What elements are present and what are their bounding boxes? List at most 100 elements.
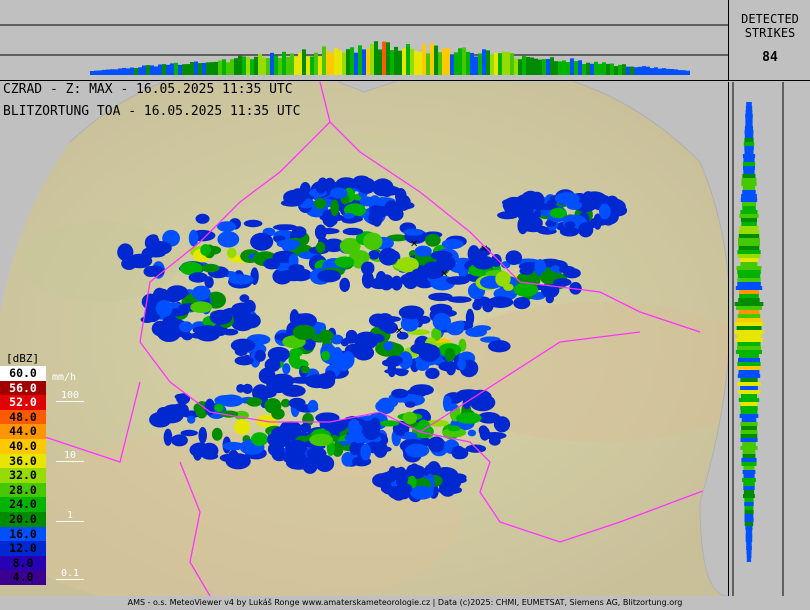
side-profile-bar — [742, 450, 756, 454]
side-profile-bar — [737, 342, 761, 346]
top-profile-bar — [458, 48, 462, 75]
rain-level-10: 10 — [56, 450, 84, 462]
top-profile-bar — [434, 45, 438, 75]
strikes-count: 84 — [762, 50, 778, 65]
echo-cell — [234, 346, 248, 357]
top-profile-bar — [250, 59, 254, 75]
side-profile-bar — [734, 330, 764, 334]
side-profile-bar — [743, 142, 755, 146]
echo-cell — [456, 412, 482, 424]
echo-cell — [405, 464, 426, 480]
echo-cell — [187, 415, 196, 424]
lightning-strike-marker: ✕ — [410, 239, 418, 250]
echo-cell — [368, 250, 380, 260]
side-profile-bar — [742, 154, 756, 158]
side-profile-bar — [739, 294, 759, 298]
top-profile-bar — [558, 61, 562, 75]
top-profile-bar — [154, 66, 158, 75]
side-profile-bar — [743, 474, 755, 478]
top-profile-bar — [106, 69, 110, 75]
side-profile-bar — [738, 234, 760, 238]
echo-cell — [469, 389, 492, 403]
echo-cell — [209, 309, 233, 325]
top-profile-bar — [98, 70, 102, 75]
echo-cell — [323, 370, 336, 384]
side-profile-bar — [740, 446, 758, 450]
echo-cell — [309, 433, 333, 447]
side-profile-bar — [739, 226, 759, 230]
side-profile-bar — [740, 378, 758, 382]
top-profile-bar — [246, 57, 250, 75]
top-profile-bar — [518, 59, 522, 75]
side-profile-bar — [744, 134, 754, 138]
top-profile-bar — [142, 65, 146, 75]
legend-level: 24.0 — [0, 497, 46, 512]
top-profile-bar — [270, 52, 274, 75]
side-profile-bar — [744, 126, 753, 130]
legend-level: 20.0 — [0, 511, 46, 527]
top-profile-bar — [666, 68, 670, 75]
side-profile-bar — [742, 206, 756, 210]
top-profile-bar — [386, 42, 390, 75]
echo-cell — [264, 358, 281, 372]
top-profile-bar — [122, 67, 126, 75]
top-profile-bar — [570, 58, 574, 75]
top-profile-bar — [642, 66, 646, 75]
top-profile-bar — [454, 52, 458, 75]
echo-cell — [438, 361, 459, 372]
echo-cell — [360, 443, 372, 461]
radar-map[interactable]: ✕ ✕ ✕ ✕ — [0, 65, 731, 597]
echo-cell — [467, 429, 477, 437]
top-profile-bar — [626, 66, 630, 75]
top-profile-bar — [186, 64, 190, 75]
side-profile-bar — [741, 182, 757, 186]
echo-cell — [564, 221, 576, 229]
top-profile-bar — [322, 46, 326, 75]
echo-cell — [402, 411, 417, 425]
side-profile-bar — [739, 214, 759, 218]
echo-cell — [349, 441, 360, 456]
echo-cell — [243, 219, 263, 228]
strikes-heading-line2: STRIKES — [744, 26, 796, 40]
echo-cell — [117, 243, 134, 261]
echo-cell — [317, 269, 341, 283]
echo-cell — [188, 272, 208, 283]
echo-cell — [219, 453, 241, 463]
top-profile-bar — [686, 70, 690, 75]
top-profile-bar — [238, 55, 242, 75]
side-profile-bar — [746, 550, 752, 554]
top-profile-bar — [514, 58, 518, 75]
top-profile-bar — [362, 49, 366, 75]
top-profile-bar — [402, 48, 406, 75]
side-profile-bar — [743, 482, 755, 486]
legend-level: 60.0 — [0, 366, 46, 381]
side-profile-bar — [740, 210, 758, 214]
echo-cell — [285, 445, 304, 461]
side-profile-bar — [744, 130, 754, 134]
top-profile-bar — [390, 50, 394, 75]
echo-cell — [427, 436, 446, 453]
echo-cell — [393, 467, 405, 477]
side-profile-bar — [740, 406, 758, 410]
echo-cell — [403, 228, 424, 236]
legend-level: 56.0 — [0, 380, 46, 396]
top-profile-bar — [254, 56, 258, 75]
echo-cell — [368, 313, 388, 328]
side-profile-bar — [741, 194, 757, 198]
side-profile-bar — [745, 530, 753, 534]
top-profile-bar — [494, 52, 498, 75]
side-profile-bar — [744, 510, 754, 514]
top-profile-bar — [202, 62, 206, 75]
side-profile-bar — [743, 466, 755, 470]
top-profile-bar — [306, 56, 310, 75]
top-profile-bar — [466, 51, 470, 75]
side-profile-bar — [740, 386, 758, 390]
side-profile-bar — [737, 382, 761, 386]
side-profile-bar — [745, 114, 753, 118]
top-profile-bar — [578, 60, 582, 75]
echo-cell — [239, 294, 250, 303]
echo-cell — [339, 277, 351, 292]
echo-cell — [250, 232, 274, 251]
side-profile-bar — [746, 546, 752, 550]
top-profile-bar — [522, 56, 526, 75]
